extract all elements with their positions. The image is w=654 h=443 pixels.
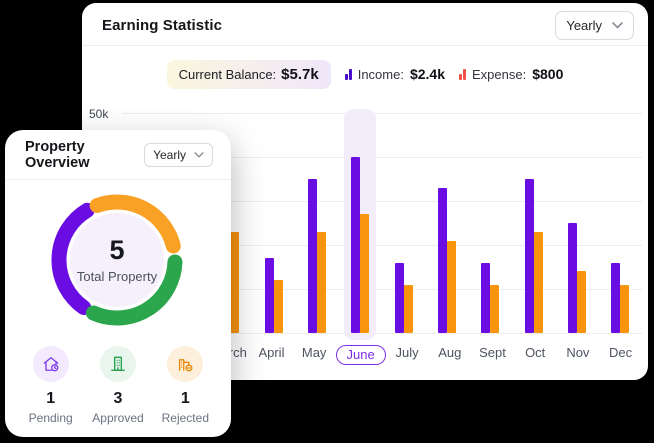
- property-title: Property Overview: [25, 139, 144, 171]
- month-label-nov[interactable]: Nov: [557, 345, 600, 365]
- donut-arcs: [47, 190, 187, 330]
- chevron-down-icon: [194, 152, 204, 158]
- earning-period-dropdown[interactable]: Yearly: [555, 11, 634, 40]
- expense-bar-nov: [577, 271, 586, 333]
- expense-bar-march: [230, 232, 239, 333]
- month-label-sept[interactable]: Sept: [471, 345, 514, 365]
- chevron-down-icon: [612, 22, 623, 29]
- property-period-dropdown[interactable]: Yearly: [144, 143, 213, 167]
- y-axis-tick: 50k: [89, 107, 108, 121]
- chart-column-june: [339, 113, 382, 333]
- stat-rejected: 1 Rejected: [152, 346, 219, 425]
- month-label-dec[interactable]: Dec: [599, 345, 642, 365]
- month-label-july[interactable]: July: [386, 345, 429, 365]
- chart-legend-row: Current Balance: $5.7k Income: $2.4k Exp…: [82, 59, 648, 89]
- expense-bar-june: [360, 214, 369, 333]
- donut-inner-disc: [70, 213, 164, 307]
- expense-legend: Expense: $800: [459, 66, 563, 82]
- income-legend: Income: $2.4k: [345, 66, 445, 82]
- expense-bar-sept: [490, 285, 499, 333]
- earning-title: Earning Statistic: [102, 17, 222, 34]
- expense-bar-oct: [534, 232, 543, 333]
- property-header: Property Overview Yearly: [5, 130, 231, 180]
- property-donut-chart: 5 Total Property: [47, 190, 187, 330]
- property-stats-row: 1 Pending 3 Approved 1: [5, 346, 231, 425]
- expense-value: $800: [532, 66, 563, 82]
- income-bar-june: [351, 157, 360, 333]
- chart-column-july: [382, 113, 425, 333]
- month-label-aug[interactable]: Aug: [428, 345, 471, 365]
- balance-value: $5.7k: [281, 66, 319, 83]
- income-bar-aug: [438, 188, 447, 333]
- property-overview-card: Property Overview Yearly 5 Total Propert…: [5, 130, 231, 437]
- income-bar-may: [308, 179, 317, 333]
- month-label-may[interactable]: May: [293, 345, 336, 365]
- balance-label: Current Balance:: [179, 67, 277, 82]
- selected-month-pill[interactable]: June: [336, 345, 386, 365]
- property-period-value: Yearly: [153, 148, 186, 162]
- income-bar-nov: [568, 223, 577, 333]
- expense-bar-may: [317, 232, 326, 333]
- month-label-april[interactable]: April: [250, 345, 293, 365]
- income-bars-icon: [345, 69, 352, 80]
- rejected-label: Rejected: [162, 411, 209, 425]
- chart-column-oct: [512, 113, 555, 333]
- income-bar-dec: [611, 263, 620, 333]
- chart-column-dec: [599, 113, 642, 333]
- chart-column-april: [252, 113, 295, 333]
- expense-label: Expense:: [472, 67, 526, 82]
- expense-bar-july: [404, 285, 413, 333]
- income-bar-april: [265, 258, 274, 333]
- pending-count: 1: [46, 390, 55, 408]
- rejected-count: 1: [181, 390, 190, 408]
- approved-label: Approved: [92, 411, 143, 425]
- month-label-june[interactable]: June: [336, 345, 386, 365]
- expense-bars-icon: [459, 69, 466, 80]
- building-icon: [100, 346, 136, 382]
- earning-header: Earning Statistic Yearly: [82, 3, 648, 46]
- expense-bar-april: [274, 280, 283, 333]
- pending-label: Pending: [29, 411, 73, 425]
- expense-bar-aug: [447, 241, 456, 333]
- income-bar-sept: [481, 263, 490, 333]
- stat-pending: 1 Pending: [17, 346, 84, 425]
- chart-column-nov: [555, 113, 598, 333]
- building-minus-icon: [167, 346, 203, 382]
- chart-column-sept: [469, 113, 512, 333]
- earning-period-value: Yearly: [566, 18, 602, 33]
- chart-column-may: [295, 113, 338, 333]
- current-balance-badge: Current Balance: $5.7k: [167, 60, 331, 89]
- chart-column-aug: [425, 113, 468, 333]
- income-bar-oct: [525, 179, 534, 333]
- income-bar-july: [395, 263, 404, 333]
- approved-count: 3: [114, 390, 123, 408]
- expense-bar-dec: [620, 285, 629, 333]
- house-clock-icon: [33, 346, 69, 382]
- income-label: Income:: [358, 67, 404, 82]
- month-label-oct[interactable]: Oct: [514, 345, 557, 365]
- income-value: $2.4k: [410, 66, 445, 82]
- stat-approved: 3 Approved: [84, 346, 151, 425]
